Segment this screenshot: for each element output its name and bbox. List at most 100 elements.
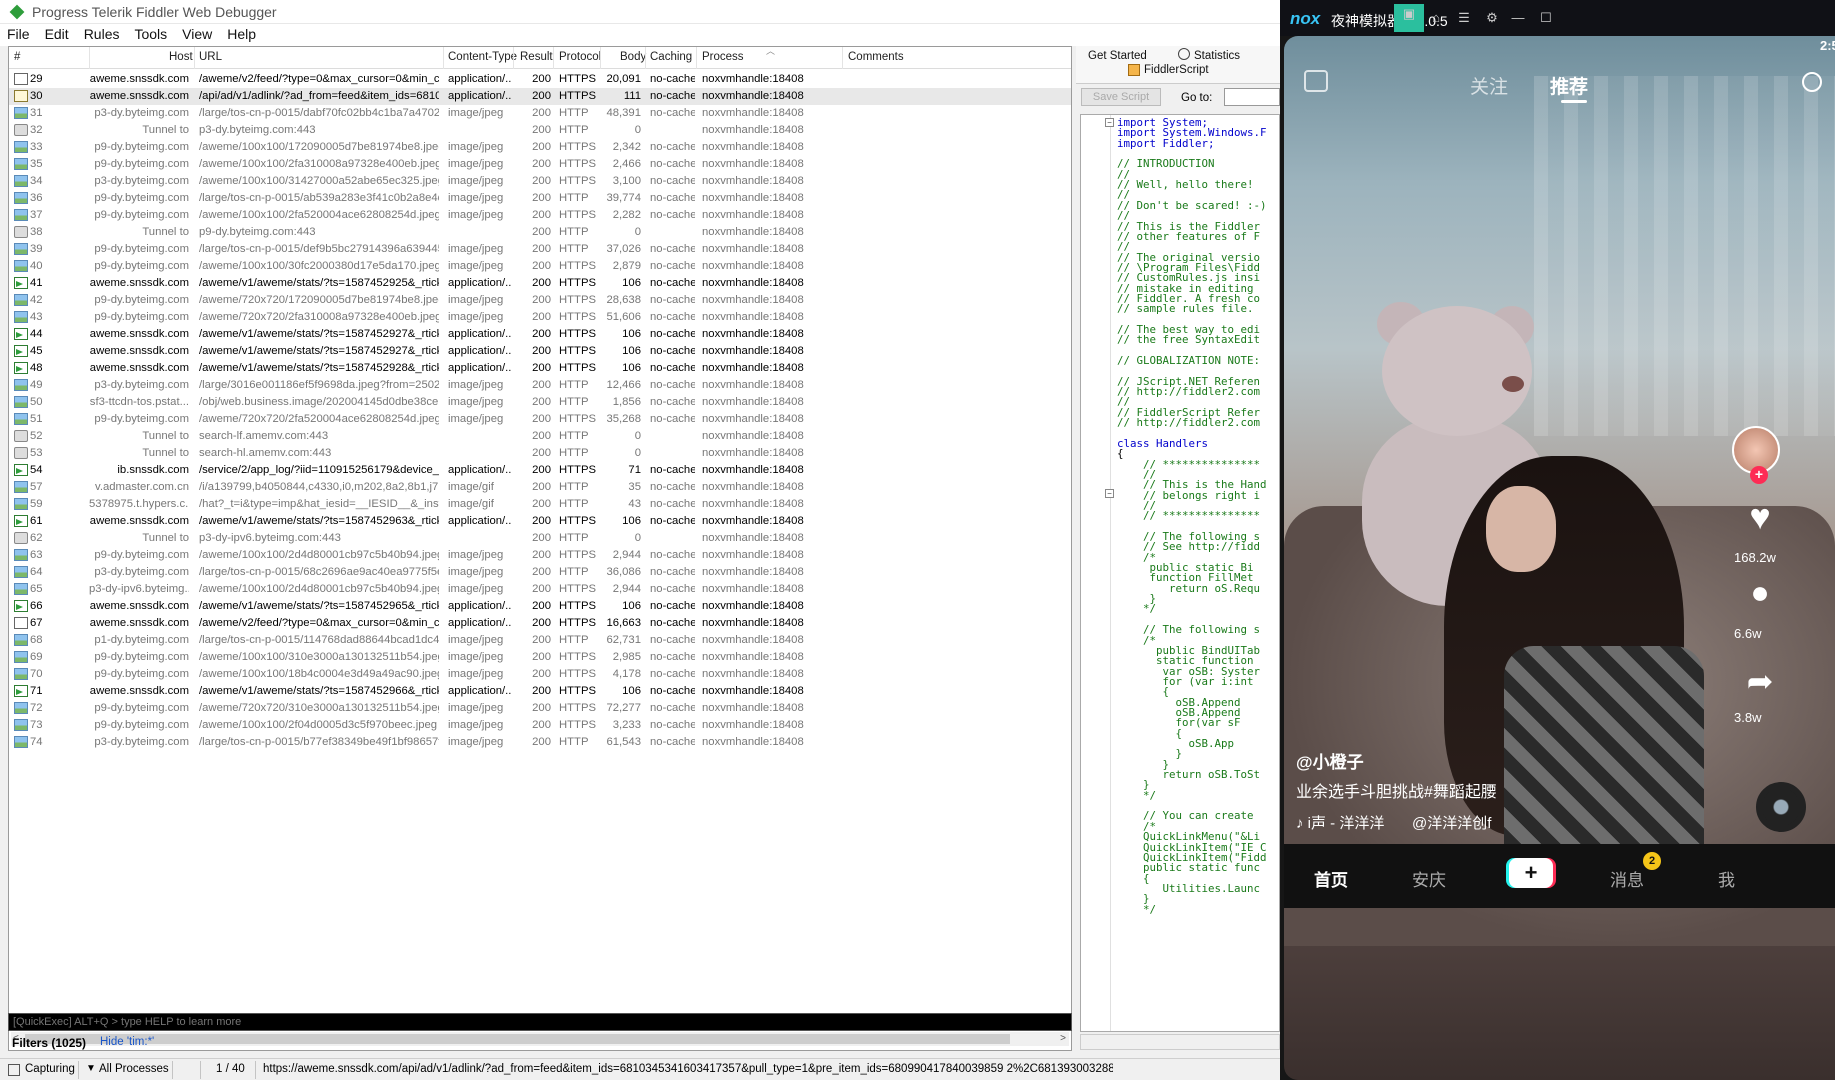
quickexec-input[interactable] <box>9 1014 1071 1030</box>
col-header-body[interactable]: Body <box>620 51 646 63</box>
table-row[interactable]: 38 Tunnel to p9-dy.byteimg.com:443 200 HTTP 0… <box>9 224 1071 241</box>
table-row[interactable]: 52 Tunnel to search-lf.amemv.com:443 200 HTT… <box>9 428 1071 445</box>
menu-tools[interactable]: Tools <box>127 24 175 42</box>
table-row[interactable]: 40 p9-dy.byteimg.com/aweme/100x100/30fc20… <box>9 258 1071 275</box>
nav-city[interactable]: 安庆 <box>1412 866 1446 891</box>
cell-url: /aweme/100x100/172090005d7be81974be8.jpe… <box>199 141 439 153</box>
minimize-icon[interactable]: — <box>1508 8 1528 28</box>
comment-icon[interactable]: ● <box>1738 574 1782 611</box>
table-row[interactable]: 69 p9-dy.byteimg.com/aweme/100x100/310e30… <box>9 649 1071 666</box>
gear-icon[interactable]: ⚙ <box>1482 8 1502 28</box>
table-row[interactable]: 44 aweme.snssdk.com/aweme/v1/aweme/stats/… <box>9 326 1071 343</box>
table-row[interactable]: 71 aweme.snssdk.com/aweme/v1/aweme/stats/… <box>9 683 1071 700</box>
share-icon[interactable]: ➦ <box>1738 662 1782 700</box>
nav-me[interactable]: 我 <box>1718 866 1735 891</box>
table-row[interactable]: 59 5378975.t.hypers.c... /hat?_t=i&type=im… <box>9 496 1071 513</box>
menu-help[interactable]: Help <box>220 24 264 42</box>
col-header-url[interactable]: URL <box>199 51 222 63</box>
tab-fiddlerscript[interactable]: FiddlerScript <box>1144 64 1209 76</box>
cell-host: p3-dy-ipv6.byteimg... <box>89 583 189 595</box>
table-row[interactable]: 50 sf3-ttcdn-tos.pstat... /obj/web.busines… <box>9 394 1071 411</box>
music-disc-icon[interactable] <box>1756 782 1806 832</box>
nav-messages[interactable]: 消息 <box>1610 866 1644 891</box>
tab-recommend[interactable]: 推荐 <box>1550 72 1588 99</box>
table-row[interactable]: 48 aweme.snssdk.com/aweme/v1/aweme/stats/… <box>9 360 1071 377</box>
screenshot-icon[interactable]: ▣ <box>1394 4 1424 32</box>
filters-label[interactable]: Filters (1025) <box>12 1036 86 1050</box>
menu-icon[interactable]: ☰ <box>1454 8 1474 28</box>
col-header-content-type[interactable]: Content-Type <box>448 51 517 63</box>
capturing-status[interactable]: Capturing <box>25 1063 75 1075</box>
table-row[interactable]: 67 aweme.snssdk.com/aweme/v2/feed/?type=0… <box>9 615 1071 632</box>
col-header-process[interactable]: Process <box>702 51 744 63</box>
follow-plus-icon[interactable]: + <box>1750 466 1768 484</box>
col-header-result[interactable]: Result <box>520 51 553 63</box>
heart-icon[interactable]: ♥ <box>1738 496 1782 538</box>
table-row[interactable]: 30 aweme.snssdk.com/api/ad/v1/adlink/?ad_… <box>9 88 1071 105</box>
script-editor[interactable]: import System; import System.Windows.F imp… <box>1080 114 1280 1032</box>
table-row[interactable]: 29 aweme.snssdk.com/aweme/v2/feed/?type=0… <box>9 71 1071 88</box>
process-filter[interactable]: All Processes <box>99 1063 169 1075</box>
table-row[interactable]: 70 p9-dy.byteimg.com/aweme/100x100/18b4c0… <box>9 666 1071 683</box>
table-row[interactable]: 49 p3-dy.byteimg.com/large/3016e001186ef5… <box>9 377 1071 394</box>
table-row[interactable]: 62 Tunnel to p3-dy-ipv6.byteimg.com:443 200… <box>9 530 1071 547</box>
col-header-protocol[interactable]: Protocol <box>559 51 601 63</box>
table-row[interactable]: 53 Tunnel to search-hl.amemv.com:443 200 HTT… <box>9 445 1071 462</box>
table-row[interactable]: 66 aweme.snssdk.com/aweme/v1/aweme/stats/… <box>9 598 1071 615</box>
menu-edit[interactable]: Edit <box>38 24 77 42</box>
tab-statistics[interactable]: Statistics <box>1194 50 1240 62</box>
save-script-button[interactable]: Save Script <box>1081 88 1161 106</box>
table-row[interactable]: 41 aweme.snssdk.com/aweme/v1/aweme/stats/… <box>9 275 1071 292</box>
phone-screen[interactable]: 2:5 关注 推荐 + ♥ 168.2w ● 6.6w ➦ 3.8w @小橙子 … <box>1284 36 1835 1080</box>
fold-toggle-icon[interactable]: − <box>1105 489 1114 498</box>
active-tab-indicator <box>1561 100 1587 103</box>
table-row[interactable]: 64 p3-dy.byteimg.com/large/tos-cn-p-0015/… <box>9 564 1071 581</box>
table-row[interactable]: 73 p9-dy.byteimg.com/aweme/100x100/2f04d0… <box>9 717 1071 734</box>
table-row[interactable]: 42 p9-dy.byteimg.com/aweme/720x720/172090… <box>9 292 1071 309</box>
menu-view[interactable]: View <box>175 24 220 42</box>
table-row[interactable]: 35 p9-dy.byteimg.com/aweme/100x100/2fa310… <box>9 156 1071 173</box>
table-row[interactable]: 68 p1-dy.byteimg.com/large/tos-cn-p-0015/… <box>9 632 1071 649</box>
table-row[interactable]: 51 p9-dy.byteimg.com/aweme/720x720/2fa520… <box>9 411 1071 428</box>
search-icon[interactable] <box>1802 72 1822 92</box>
col-header-comments[interactable]: Comments <box>848 51 904 63</box>
table-row[interactable]: 63 p9-dy.byteimg.com/aweme/100x100/2d4d80… <box>9 547 1071 564</box>
create-button[interactable]: + <box>1509 858 1553 888</box>
fold-toggle-icon[interactable]: − <box>1105 118 1114 127</box>
tab-get-started[interactable]: Get Started <box>1088 50 1147 62</box>
table-row[interactable]: 72 p9-dy.byteimg.com/aweme/720x720/310e30… <box>9 700 1071 717</box>
maximize-icon[interactable]: ☐ <box>1536 8 1556 28</box>
table-row[interactable]: 33 p9-dy.byteimg.com/aweme/100x100/172090… <box>9 139 1071 156</box>
table-row[interactable]: 57 v.admaster.com.cn/i/a139799,b4050844,c… <box>9 479 1071 496</box>
table-row[interactable]: 36 p9-dy.byteimg.com/large/tos-cn-p-0015/… <box>9 190 1071 207</box>
music-author[interactable]: @洋洋洋创f <box>1412 812 1522 833</box>
table-row[interactable]: 39 p9-dy.byteimg.com/large/tos-cn-p-0015/… <box>9 241 1071 258</box>
cell-body: 111 <box>623 90 641 102</box>
col-header-caching[interactable]: Caching <box>650 51 692 63</box>
table-row[interactable]: 34 p3-dy.byteimg.com/aweme/100x100/314270… <box>9 173 1071 190</box>
cell-body: 106 <box>622 515 641 527</box>
table-row[interactable]: 31 p3-dy.byteimg.com/large/tos-cn-p-0015/… <box>9 105 1071 122</box>
filters-hide-link[interactable]: Hide 'tim:*' <box>100 1036 154 1048</box>
table-row[interactable]: 37 p9-dy.byteimg.com/aweme/100x100/2fa520… <box>9 207 1071 224</box>
col-header-host[interactable]: Host <box>169 51 193 63</box>
col-header-num[interactable]: # <box>14 51 20 63</box>
table-row[interactable]: 43 p9-dy.byteimg.com/aweme/720x720/2fa310… <box>9 309 1071 326</box>
cell-num: 73 <box>30 719 43 731</box>
table-row[interactable]: 54 ib.snssdk.com/service/2/app_log/?iid=1… <box>9 462 1071 479</box>
video-author[interactable]: @小橙子 <box>1296 748 1364 773</box>
nav-home[interactable]: 首页 <box>1314 866 1348 891</box>
table-row[interactable]: 61 aweme.snssdk.com/aweme/v1/aweme/stats/… <box>9 513 1071 530</box>
table-row[interactable]: 65 p3-dy-ipv6.byteimg... /aweme/100x100/2d… <box>9 581 1071 598</box>
goto-input[interactable] <box>1224 88 1280 106</box>
editor-hscroll[interactable] <box>1080 1034 1280 1050</box>
menu-rules[interactable]: Rules <box>77 24 128 42</box>
table-row[interactable]: 45 aweme.snssdk.com/aweme/v1/aweme/stats/… <box>9 343 1071 360</box>
sessions-list[interactable]: # Host URL Content-Type Result Protocol … <box>8 46 1072 1051</box>
tab-follow[interactable]: 关注 <box>1470 72 1508 99</box>
home-icon[interactable]: ⌂ <box>1426 8 1446 28</box>
table-row[interactable]: 74 p3-dy.byteimg.com/large/tos-cn-p-0015/… <box>9 734 1071 751</box>
live-tv-icon[interactable] <box>1304 70 1328 92</box>
table-row[interactable]: 32 Tunnel to p3-dy.byteimg.com:443 200 HTTP 0… <box>9 122 1071 139</box>
menu-file[interactable]: File <box>0 24 38 42</box>
